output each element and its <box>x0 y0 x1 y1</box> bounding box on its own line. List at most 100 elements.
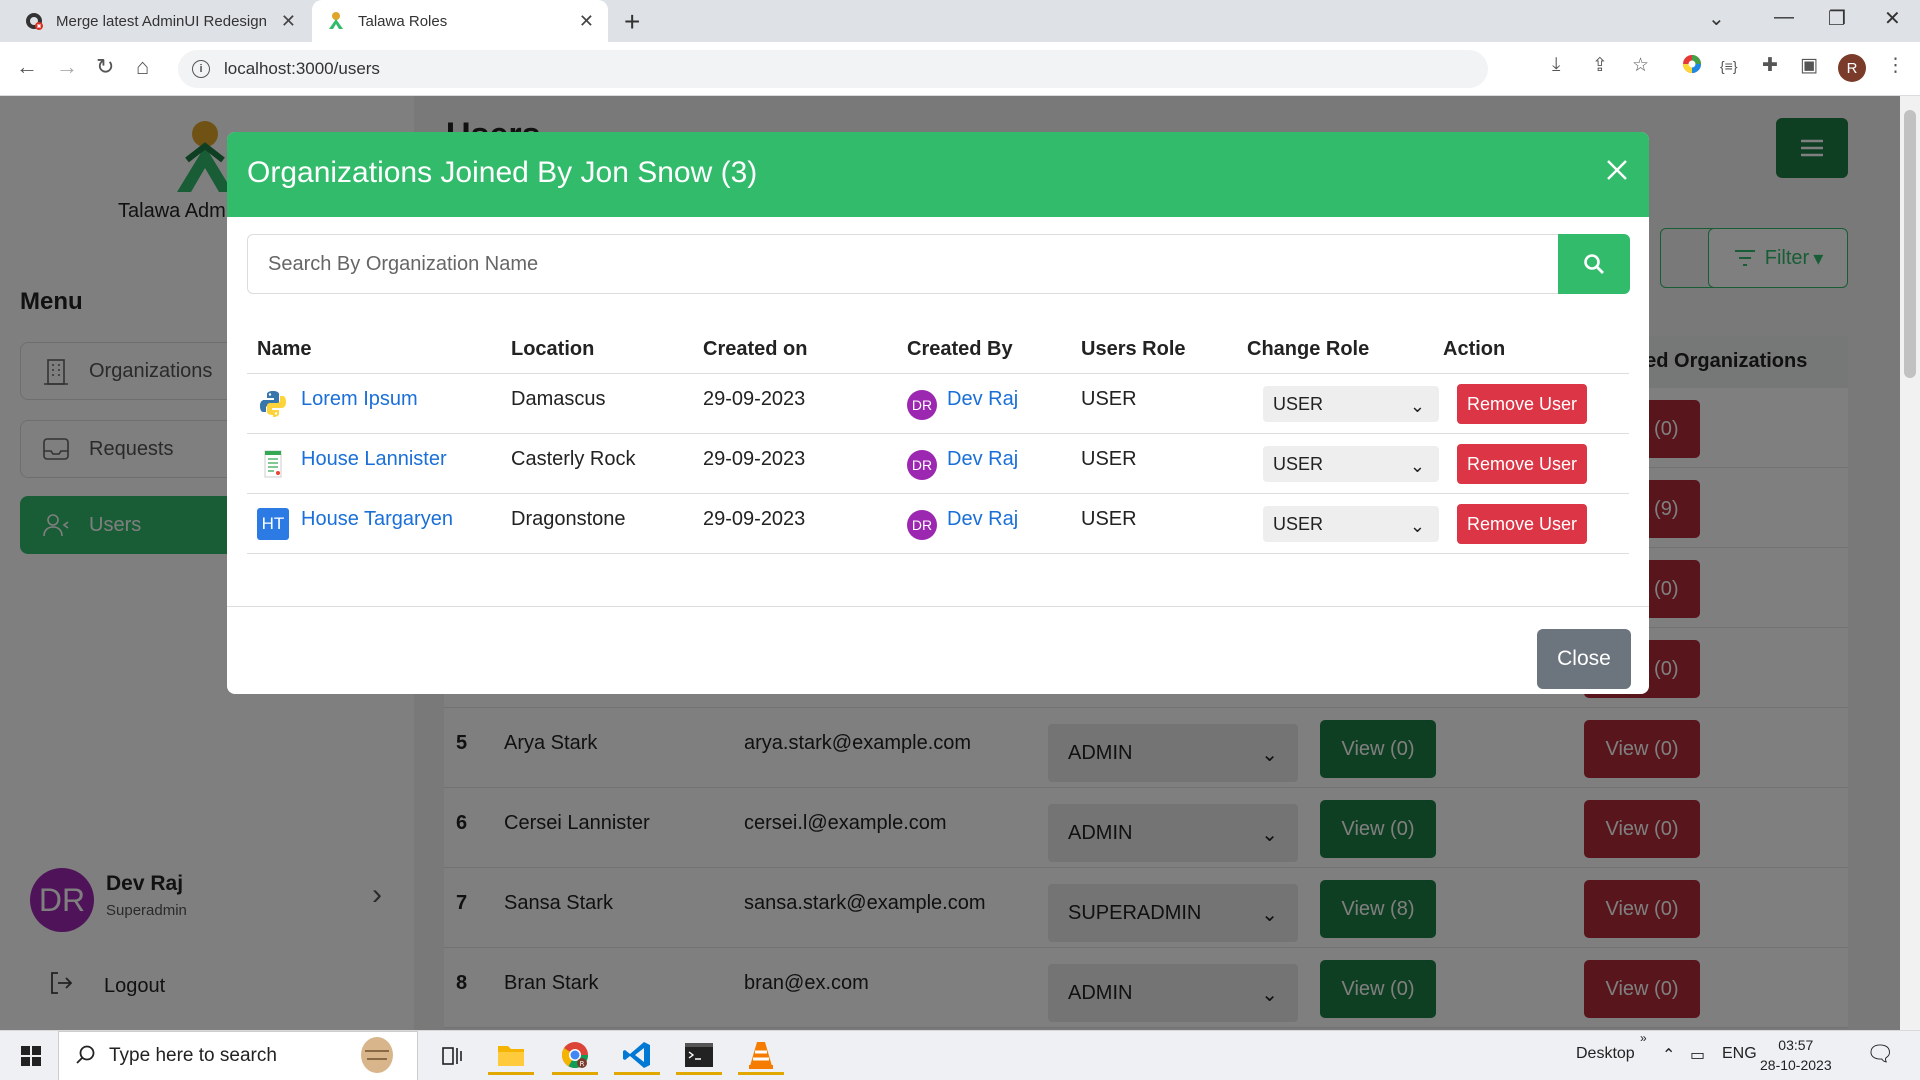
tab-search-chevron-icon[interactable]: ⌄ <box>1708 6 1725 31</box>
taskbar-clock[interactable]: 03:57 28-10-2023 <box>1760 1035 1832 1075</box>
creator-avatar: DR <box>907 450 937 480</box>
change-role-select[interactable]: USER ⌄ <box>1263 506 1439 542</box>
windows-start-icon[interactable] <box>8 1037 54 1075</box>
scrollbar-thumb[interactable] <box>1904 110 1916 378</box>
creator-name-link[interactable]: Dev Raj <box>947 448 1018 471</box>
org-name-link[interactable]: House Lannister <box>301 448 447 471</box>
color-extension-icon[interactable] <box>1682 54 1702 80</box>
tab-merge-adminui[interactable]: Merge latest AdminUI Redesign ✕ <box>10 0 310 42</box>
chevron-down-icon: ⌄ <box>1409 516 1425 536</box>
creator-name-link[interactable]: Dev Raj <box>947 388 1018 411</box>
search-icon <box>75 1044 97 1072</box>
initials-avatar-icon: HT <box>257 508 289 540</box>
show-hidden-icons-chevron-up-icon[interactable]: ⌃ <box>1662 1045 1675 1065</box>
col-location: Location <box>511 338 595 360</box>
tab-title: Merge latest AdminUI Redesign <box>56 12 267 30</box>
col-users-role: Users Role <box>1081 338 1186 360</box>
desktop-toolbar-label[interactable]: Desktop <box>1576 1045 1635 1063</box>
vlc-icon[interactable] <box>738 1037 784 1075</box>
change-role-select[interactable]: USER ⌄ <box>1263 386 1439 422</box>
restore-icon[interactable]: ❐ <box>1828 6 1846 31</box>
search-highlight-icon <box>355 1035 399 1080</box>
page-scrollbar[interactable] <box>1900 96 1920 1030</box>
col-name: Name <box>257 338 312 360</box>
battery-icon[interactable]: ▭ <box>1690 1045 1705 1065</box>
close-tab-icon[interactable]: ✕ <box>579 11 594 32</box>
change-role-select[interactable]: USER ⌄ <box>1263 446 1439 482</box>
remove-user-button[interactable]: Remove User <box>1457 504 1587 544</box>
address-bar[interactable]: i localhost:3000/users <box>178 50 1488 88</box>
new-tab-icon[interactable]: + <box>624 6 640 38</box>
app-page: Talawa Admin Menu Organizations Requests… <box>0 96 1920 1030</box>
org-created-on: 29-09-2023 <box>703 448 806 470</box>
search-icon <box>1584 254 1604 274</box>
org-name-link[interactable]: House Targaryen <box>301 508 453 531</box>
reload-icon[interactable]: ↻ <box>96 54 114 80</box>
minimize-icon[interactable]: — <box>1774 6 1794 29</box>
task-view-icon[interactable] <box>428 1037 474 1075</box>
svg-text:R: R <box>580 1060 585 1068</box>
user-role: USER <box>1081 508 1137 530</box>
creator-avatar: DR <box>907 510 937 540</box>
table-row: Lorem Ipsum Damascus 29-09-2023 DR Dev R… <box>247 374 1629 434</box>
extensions-puzzle-icon[interactable]: ✚ <box>1762 54 1778 77</box>
col-created-by: Created By <box>907 338 1013 360</box>
org-created-on: 29-09-2023 <box>703 508 806 530</box>
share-icon[interactable]: ⇪ <box>1592 54 1608 77</box>
tab-title: Talawa Roles <box>358 12 448 30</box>
chevron-down-icon: ⌄ <box>1409 396 1425 416</box>
file-explorer-icon[interactable] <box>488 1037 534 1075</box>
taskbar-search-placeholder: Type here to search <box>109 1045 277 1066</box>
modal-footer: Close <box>227 606 1649 689</box>
back-icon[interactable]: ← <box>16 54 38 80</box>
chevron-double-right-icon[interactable]: » <box>1640 1031 1647 1045</box>
browser-menu-icon[interactable]: ⋮ <box>1886 54 1905 77</box>
browser-profile-avatar[interactable]: R <box>1838 54 1866 82</box>
modal-header: Organizations Joined By Jon Snow (3) <box>227 132 1649 217</box>
browser-tabstrip: Merge latest AdminUI Redesign ✕ Talawa R… <box>0 0 1920 42</box>
terminal-icon[interactable] <box>676 1037 722 1075</box>
install-app-icon[interactable]: ⤓ <box>1552 54 1560 76</box>
role-value: USER <box>1273 453 1324 474</box>
org-name-link[interactable]: Lorem Ipsum <box>301 388 418 411</box>
site-info-icon[interactable]: i <box>192 60 210 78</box>
url-text: localhost:3000/users <box>224 59 380 78</box>
forward-icon[interactable]: → <box>56 54 78 80</box>
table-row: House Lannister Casterly Rock 29-09-2023… <box>247 434 1629 494</box>
col-created-on: Created on <box>703 338 808 360</box>
organizations-joined-modal: Organizations Joined By Jon Snow (3) Nam… <box>227 132 1649 694</box>
browser-toolbar: ← → ↻ ⌂ i localhost:3000/users ⤓ ⇪ ☆ {≡}… <box>0 42 1920 96</box>
org-search-input[interactable] <box>248 235 1558 293</box>
col-change-role: Change Role <box>1247 338 1370 360</box>
chrome-icon[interactable]: R <box>552 1037 598 1075</box>
table-row: HT House Targaryen Dragonstone 29-09-202… <box>247 494 1629 554</box>
python-logo-icon <box>257 388 289 420</box>
remove-user-button[interactable]: Remove User <box>1457 384 1587 424</box>
home-icon[interactable]: ⌂ <box>136 54 149 80</box>
close-button[interactable]: Close <box>1537 629 1631 689</box>
user-role: USER <box>1081 448 1137 470</box>
creator-name-link[interactable]: Dev Raj <box>947 508 1018 531</box>
taskbar-search-input[interactable]: Type here to search <box>58 1031 418 1080</box>
user-role: USER <box>1081 388 1137 410</box>
side-panel-icon[interactable]: ▣ <box>1800 54 1818 77</box>
chevron-down-icon: ⌄ <box>1409 456 1425 476</box>
github-favicon-icon <box>24 11 44 31</box>
bookmark-star-icon[interactable]: ☆ <box>1632 54 1649 77</box>
close-window-icon[interactable]: ✕ <box>1884 6 1901 31</box>
modal-title: Organizations Joined By Jon Snow (3) <box>247 156 758 189</box>
search-button[interactable] <box>1558 234 1630 294</box>
remove-user-button[interactable]: Remove User <box>1457 444 1587 484</box>
clock-date: 28-10-2023 <box>1760 1057 1832 1073</box>
language-indicator[interactable]: ENG <box>1722 1045 1757 1063</box>
close-tab-icon[interactable]: ✕ <box>281 11 296 32</box>
document-logo-icon <box>257 448 289 480</box>
tab-talawa-roles[interactable]: Talawa Roles ✕ <box>312 0 608 42</box>
vscode-icon[interactable] <box>614 1037 660 1075</box>
json-extension-icon[interactable]: {≡} <box>1720 58 1738 74</box>
org-location: Dragonstone <box>511 508 626 530</box>
notifications-icon[interactable]: 🗨 <box>1866 1041 1894 1067</box>
org-search-box <box>247 234 1630 294</box>
close-modal-icon[interactable] <box>1605 158 1629 187</box>
role-value: USER <box>1273 513 1324 534</box>
